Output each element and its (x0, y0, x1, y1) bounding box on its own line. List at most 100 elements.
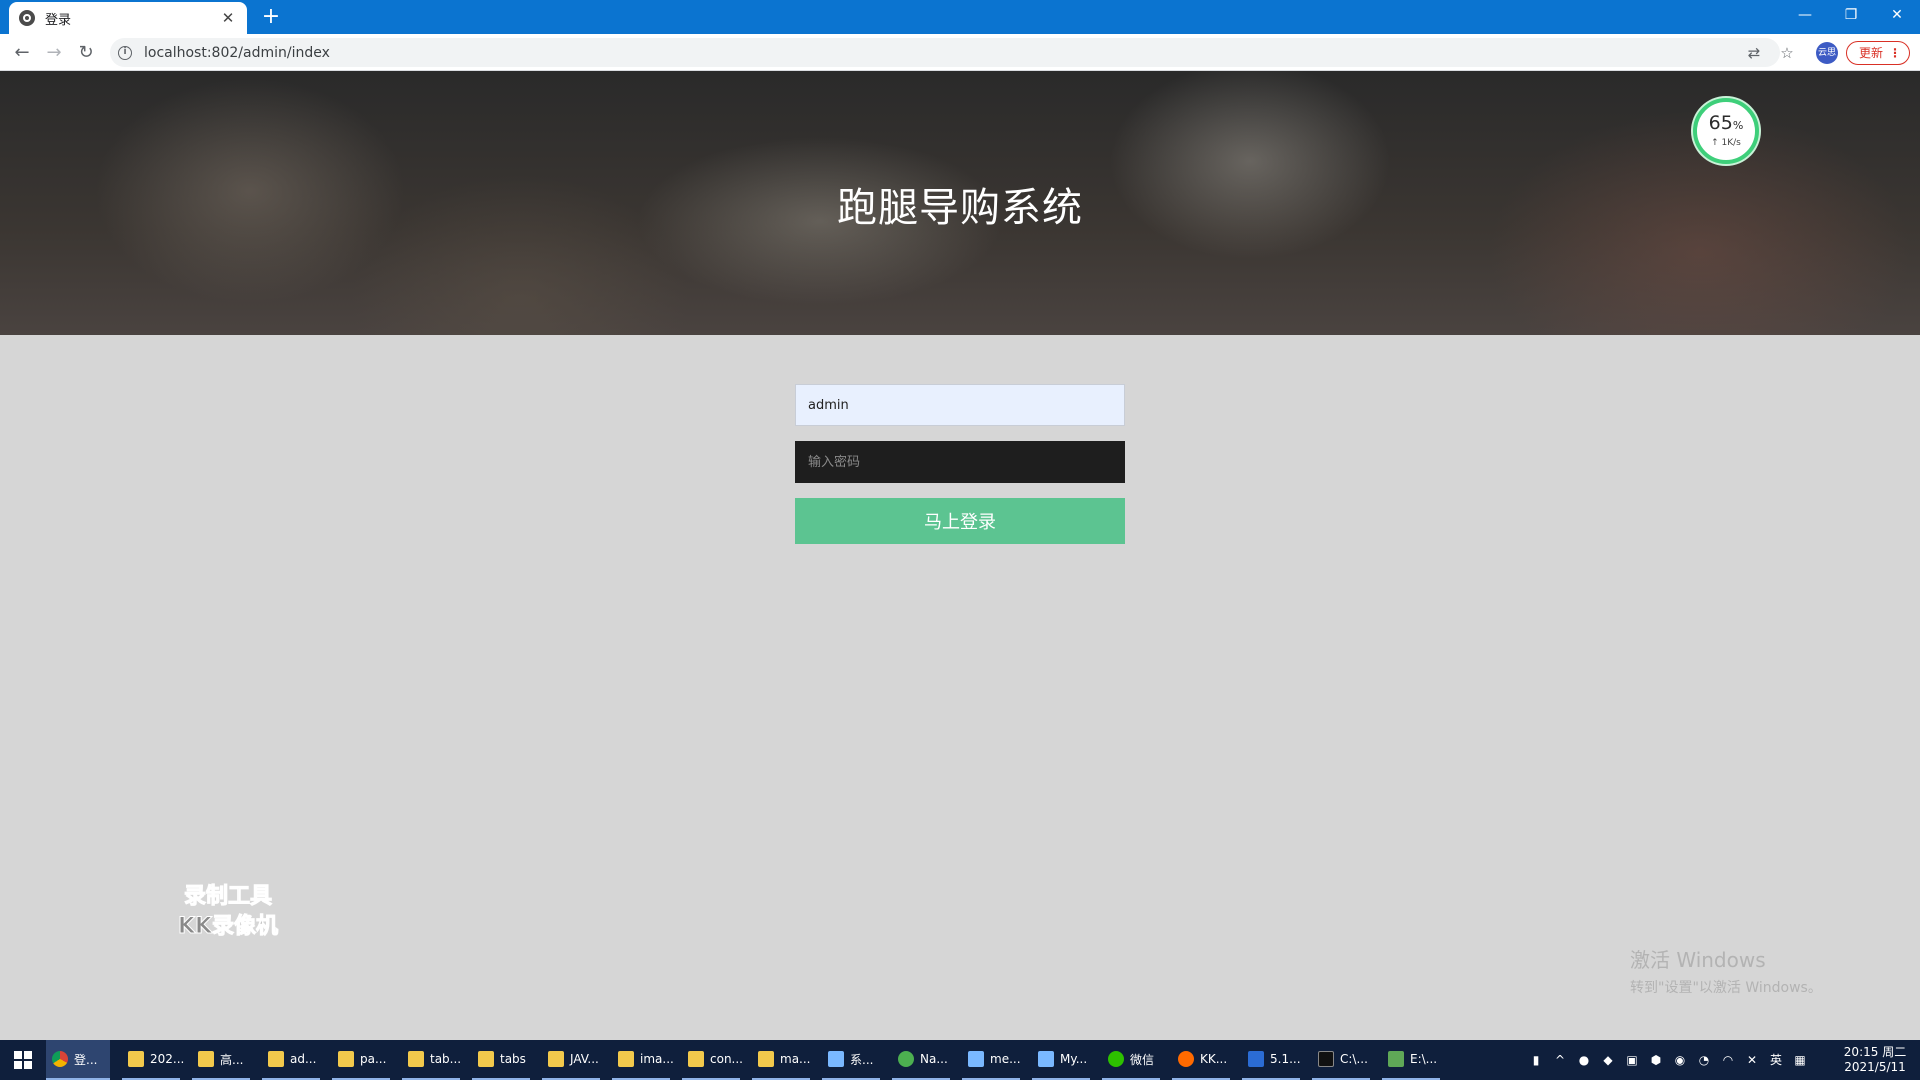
folder-icon (268, 1051, 284, 1067)
ime-indicator[interactable]: 英 (1769, 1053, 1783, 1067)
username-input[interactable] (795, 384, 1125, 426)
taskbar-item[interactable]: 202... (122, 1040, 184, 1080)
taskbar-item[interactable]: tabs (472, 1040, 530, 1080)
taskbar-item-label: 高... (220, 1052, 244, 1067)
windows-logo-icon (14, 1051, 32, 1069)
taskbar-item-label: tab... (430, 1052, 462, 1066)
taskbar-item[interactable]: C:\... (1312, 1040, 1370, 1080)
window-close-icon[interactable]: ✕ (1874, 0, 1920, 30)
new-tab-button[interactable]: + (258, 4, 284, 30)
reload-icon[interactable]: ↻ (72, 39, 100, 67)
taskbar-item[interactable]: ma... (752, 1040, 811, 1080)
taskbar-item-label: E:\... (1410, 1052, 1438, 1066)
taskbar-item[interactable]: KK... (1172, 1040, 1230, 1080)
shield-tray-icon[interactable]: ◆ (1601, 1053, 1615, 1067)
password-input[interactable] (795, 441, 1125, 483)
taskbar-item-label: con... (710, 1052, 743, 1066)
page-title: 跑腿导购系统 (837, 185, 1083, 231)
translate-icon[interactable]: ⇄ (1743, 42, 1765, 64)
update-label: 更新 (1859, 46, 1884, 60)
tab-title: 登录 (45, 12, 72, 28)
restore-icon[interactable]: ❐ (1828, 0, 1874, 30)
taskbar-item-label: 系... (850, 1052, 874, 1067)
bookmark-star-icon[interactable]: ☆ (1776, 42, 1798, 64)
watermark-line1: 录制工具 (183, 884, 272, 910)
taskbar-item-label: me... (990, 1052, 1021, 1066)
taskbar-item-label: Na... (920, 1052, 948, 1066)
taskbar-item[interactable]: ima... (612, 1040, 674, 1080)
speed-rate: ↑ 1K/s (1711, 138, 1741, 148)
login-form: 马上登录 (795, 384, 1125, 544)
taskbar-item[interactable]: 高... (192, 1040, 250, 1080)
taskbar-item[interactable]: 微信 (1102, 1040, 1160, 1080)
taskbar-item[interactable]: tab... (402, 1040, 462, 1080)
clock[interactable]: 20:15 周二 2021/5/11 (1830, 1045, 1920, 1075)
taskbar-item-label: JAV... (570, 1052, 599, 1066)
green-icon (898, 1051, 914, 1067)
minimize-icon[interactable]: — (1782, 0, 1828, 30)
clock-date: 2021/5/11 (1844, 1060, 1906, 1074)
show-hidden-icons[interactable]: ^ (1553, 1053, 1567, 1067)
forward-icon[interactable]: → (40, 39, 68, 67)
taskbar-item-label: C:\... (1340, 1052, 1368, 1066)
taskbar-item[interactable]: 5.1... (1242, 1040, 1301, 1080)
wifi-icon[interactable]: ◠ (1721, 1053, 1735, 1067)
hero-banner: 跑腿导购系统 (0, 71, 1920, 335)
taskbar-item[interactable]: Na... (892, 1040, 950, 1080)
taskbar-item-label: tabs (500, 1052, 526, 1066)
browser-tab-active[interactable]: 登录 ✕ (9, 2, 247, 34)
taskbar-item[interactable]: ad... (262, 1040, 320, 1080)
wechat-tray-icon[interactable]: ◉ (1673, 1053, 1687, 1067)
taskbar-item[interactable]: My... (1032, 1040, 1090, 1080)
taskbar-apps: 登... 202... 高... ad... pa... tab... tabs JAV...… (46, 1040, 1452, 1080)
taskbar-item-label: KK... (1200, 1052, 1228, 1066)
update-button[interactable]: 更新 ⋮ (1846, 41, 1910, 65)
taskbar-item[interactable]: 系... (822, 1040, 880, 1080)
monitor-tray-icon[interactable]: ▣ (1625, 1053, 1639, 1067)
network-tray-icon[interactable]: ◔ (1697, 1053, 1711, 1067)
taskbar-item-label: 登... (74, 1052, 98, 1067)
volume-mute-icon[interactable]: ✕ (1745, 1053, 1759, 1067)
input-grid-icon[interactable]: ▦ (1793, 1053, 1807, 1067)
menu-dots-icon: ⋮ (1889, 46, 1901, 60)
clock-time: 20:15 周二 (1843, 1045, 1907, 1059)
close-tab-icon[interactable]: ✕ (219, 9, 237, 27)
network-speed-widget[interactable]: 65% ↑ 1K/s (1693, 98, 1759, 164)
kk-icon (1178, 1051, 1194, 1067)
app-tray-icon[interactable]: ● (1577, 1053, 1591, 1067)
vs-icon (1248, 1051, 1264, 1067)
folder-icon (198, 1051, 214, 1067)
start-button[interactable] (0, 1040, 46, 1080)
activate-windows-notice: 激活 Windows 转到"设置"以激活 Windows。 (1630, 944, 1822, 997)
site-info-icon[interactable]: i (118, 45, 132, 60)
activate-title: 激活 Windows (1630, 948, 1766, 972)
taskbar-item[interactable]: con... (682, 1040, 743, 1080)
taskbar-item-label: 5.1... (1270, 1052, 1301, 1066)
browser-toolbar: ← → ↻ i localhost:802/admin/index ⇄ ☆ 云思… (0, 34, 1920, 71)
taskbar-item[interactable]: me... (962, 1040, 1021, 1080)
address-bar[interactable]: i localhost:802/admin/index (110, 38, 1780, 67)
taskbar-item-label: My... (1060, 1052, 1088, 1066)
app-icon (968, 1051, 984, 1067)
folder-icon (618, 1051, 634, 1067)
taskbar-item[interactable]: 登... (46, 1040, 110, 1080)
taskbar: 登... 202... 高... ad... pa... tab... tabs JAV...… (0, 1040, 1920, 1080)
app-icon (1038, 1051, 1054, 1067)
battery-icon[interactable]: ▮ (1529, 1053, 1543, 1067)
activate-subtitle: 转到"设置"以激活 Windows。 (1630, 980, 1822, 996)
box-tray-icon[interactable]: ⬢ (1649, 1053, 1663, 1067)
taskbar-item-label: ima... (640, 1052, 674, 1066)
login-button[interactable]: 马上登录 (795, 498, 1125, 544)
taskbar-item-label: ma... (780, 1052, 811, 1066)
app-icon (828, 1051, 844, 1067)
tab-strip: 登录 ✕ + — ❐ ✕ (0, 0, 1920, 34)
back-icon[interactable]: ← (8, 39, 36, 67)
taskbar-item[interactable]: pa... (332, 1040, 390, 1080)
wechat-icon (1108, 1051, 1124, 1067)
taskbar-item[interactable]: E:\... (1382, 1040, 1440, 1080)
taskbar-item[interactable]: JAV... (542, 1040, 600, 1080)
globe-icon (19, 10, 35, 26)
folder-icon (128, 1051, 144, 1067)
profile-avatar[interactable]: 云思 (1816, 42, 1838, 64)
url-text: localhost:802/admin/index (144, 44, 330, 61)
